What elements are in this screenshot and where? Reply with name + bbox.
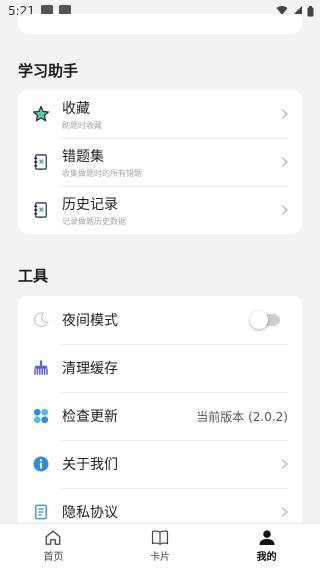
menu-item-subtitle: 记录做题历史数据 bbox=[62, 216, 126, 226]
menu-item-label: 隐私协议 bbox=[62, 505, 118, 521]
chevron-right-icon bbox=[281, 204, 288, 216]
menu-item-about[interactable]: 关于我们 bbox=[18, 440, 302, 488]
menu-item-privacy[interactable]: 隐私协议 bbox=[18, 488, 302, 528]
menu-item-wrong-questions[interactable]: 错题集 收集做题时的所有错题 bbox=[18, 138, 302, 186]
tools-card: 夜间模式 清理缓存 检查更新 当前版本 (2.0.2) 关于我们 隐私协议 bbox=[18, 296, 302, 528]
menu-item-label: 错题集 bbox=[62, 148, 104, 165]
menu-item-label: 夜间模式 bbox=[62, 313, 118, 329]
chevron-right-icon bbox=[281, 108, 288, 120]
tab-label: 我的 bbox=[256, 552, 277, 563]
app-version: 当前版本 (2.0.2) bbox=[196, 409, 288, 424]
book-icon bbox=[151, 530, 169, 545]
toggle-knob bbox=[250, 311, 268, 329]
star-icon bbox=[32, 105, 50, 123]
menu-item-subtitle: 刷题时收藏 bbox=[62, 120, 102, 130]
menu-item-subtitle: 收集做题时的所有错题 bbox=[62, 168, 142, 178]
document-icon bbox=[32, 503, 50, 521]
broom-icon bbox=[32, 359, 50, 377]
profile-card bbox=[18, 14, 302, 34]
menu-item-night-mode[interactable]: 夜间模式 bbox=[18, 296, 302, 344]
menu-item-check-update[interactable]: 检查更新 当前版本 (2.0.2) bbox=[18, 392, 302, 440]
menu-item-label: 关于我们 bbox=[62, 457, 118, 473]
night-mode-toggle[interactable] bbox=[250, 311, 280, 329]
user-icon bbox=[259, 530, 275, 545]
chevron-right-icon bbox=[281, 506, 288, 518]
history-book-icon bbox=[32, 201, 50, 219]
section-title-tools: 工具 bbox=[18, 267, 49, 285]
info-icon bbox=[32, 455, 50, 473]
menu-item-history[interactable]: 历史记录 记录做题历史数据 bbox=[18, 186, 302, 234]
chevron-right-icon bbox=[281, 156, 288, 168]
error-book-icon bbox=[32, 153, 50, 171]
menu-item-favorites[interactable]: 收藏 刷题时收藏 bbox=[18, 90, 302, 138]
tab-mine[interactable]: 我的 bbox=[213, 524, 320, 568]
assistant-card: 收藏 刷题时收藏 错题集 收集做题时的所有错题 历史记录 记录做题历史数据 bbox=[18, 90, 302, 234]
tab-home[interactable]: 首页 bbox=[0, 524, 107, 568]
menu-item-label: 历史记录 bbox=[62, 196, 118, 213]
chevron-right-icon bbox=[281, 458, 288, 470]
home-icon bbox=[45, 530, 61, 545]
tab-cards[interactable]: 卡片 bbox=[107, 524, 214, 568]
menu-item-label: 清理缓存 bbox=[62, 361, 118, 377]
menu-item-label: 检查更新 bbox=[62, 409, 118, 425]
update-icon bbox=[32, 407, 50, 425]
tab-label: 卡片 bbox=[150, 552, 170, 563]
section-title-assistant: 学习助手 bbox=[18, 62, 79, 80]
bottom-tab-bar: 首页 卡片 我的 bbox=[0, 523, 320, 568]
menu-item-label: 收藏 bbox=[62, 100, 90, 117]
menu-item-clear-cache[interactable]: 清理缓存 bbox=[18, 344, 302, 392]
battery-icon bbox=[307, 5, 314, 16]
moon-icon bbox=[32, 311, 50, 329]
tab-label: 首页 bbox=[43, 552, 64, 563]
